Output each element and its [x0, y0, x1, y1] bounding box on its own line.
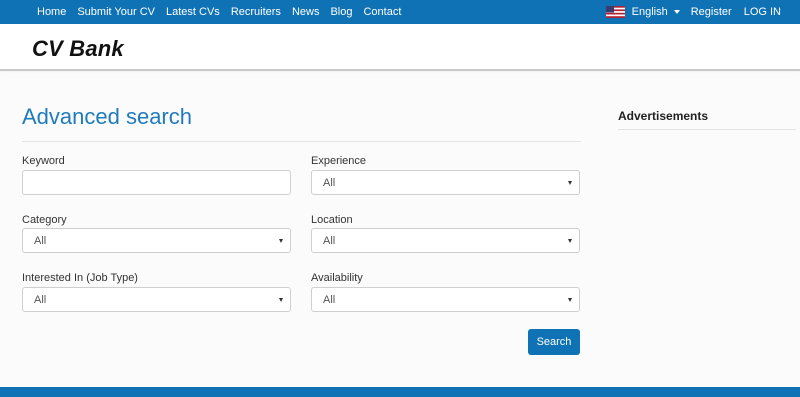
experience-select[interactable]: All [311, 170, 580, 195]
search-button[interactable]: Search [528, 329, 580, 355]
nav-link-submit-cv[interactable]: Submit Your CV [77, 6, 155, 18]
keyword-label: Keyword [22, 155, 65, 167]
job-type-label: Interested In (Job Type) [22, 272, 138, 284]
site-logo[interactable]: CV Bank [32, 36, 124, 62]
job-type-value: All [34, 294, 47, 306]
nav-link-recruiters[interactable]: Recruiters [231, 6, 281, 18]
availability-label: Availability [311, 272, 363, 284]
nav-link-home[interactable]: Home [37, 6, 66, 18]
nav-link-contact[interactable]: Contact [363, 6, 401, 18]
top-navbar: Home Submit Your CV Latest CVs Recruiter… [0, 0, 800, 24]
advertisements-divider [618, 129, 796, 130]
dropdown-arrow-icon [568, 181, 572, 185]
keyword-input[interactable] [22, 170, 291, 195]
language-selector[interactable]: English [605, 6, 680, 18]
footer-bar [0, 387, 800, 397]
dropdown-arrow-icon [568, 298, 572, 302]
location-label: Location [311, 214, 353, 226]
brand-header: CV Bank [0, 24, 800, 71]
dropdown-arrow-icon [279, 298, 283, 302]
job-type-select[interactable]: All [22, 287, 291, 312]
category-label: Category [22, 214, 67, 226]
register-link[interactable]: Register [691, 6, 732, 18]
chevron-down-icon [673, 10, 680, 14]
category-value: All [34, 235, 47, 247]
advertisements-heading: Advertisements [618, 109, 709, 123]
experience-label: Experience [311, 155, 367, 167]
availability-value: All [323, 294, 336, 306]
category-select[interactable]: All [22, 228, 291, 253]
nav-link-latest-cvs[interactable]: Latest CVs [166, 6, 220, 18]
title-divider [22, 141, 581, 142]
main-content: Advanced search Advertisements Keyword E… [0, 73, 800, 387]
main-nav: Home Submit Your CV Latest CVs Recruiter… [37, 0, 412, 24]
location-value: All [323, 235, 336, 247]
login-link[interactable]: LOG IN [744, 6, 781, 18]
account-nav: English Register LOG IN [605, 0, 781, 24]
location-select[interactable]: All [311, 228, 580, 253]
nav-link-news[interactable]: News [292, 6, 320, 18]
page-title: Advanced search [22, 104, 192, 129]
nav-link-blog[interactable]: Blog [330, 6, 352, 18]
us-flag-icon [605, 6, 625, 18]
dropdown-arrow-icon [568, 239, 572, 243]
dropdown-arrow-icon [279, 239, 283, 243]
language-label: English [631, 6, 668, 18]
experience-value: All [323, 177, 336, 189]
availability-select[interactable]: All [311, 287, 580, 312]
